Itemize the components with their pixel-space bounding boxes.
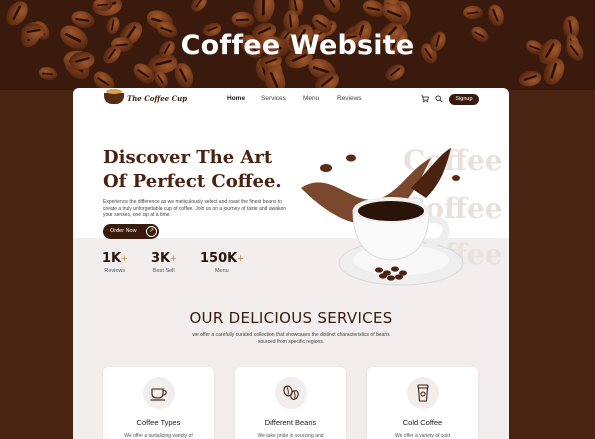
arrow-up-right-icon: ↗ bbox=[146, 226, 157, 237]
banner-title: Coffee Website bbox=[180, 30, 415, 61]
coffee-bean bbox=[89, 67, 119, 90]
website-preview: The Coffee Cup Home Services Menu Review… bbox=[73, 88, 509, 439]
card-title: Coffee Types bbox=[136, 418, 181, 427]
stat-label: Reviews bbox=[104, 268, 126, 274]
stat-best-sell: 3K+ Best Sell bbox=[151, 249, 177, 274]
coffee-bean bbox=[188, 0, 210, 15]
coffee-bean bbox=[231, 10, 255, 29]
search-icon[interactable] bbox=[435, 95, 443, 103]
cart-icon[interactable] bbox=[421, 95, 429, 103]
nav-services[interactable]: Services bbox=[261, 95, 286, 102]
coffee-bean bbox=[320, 0, 344, 16]
card-text: We offer a variety of cold bbox=[394, 433, 451, 439]
hero-title-line1: Discover The Art bbox=[103, 147, 273, 168]
card-title: Cold Coffee bbox=[402, 418, 443, 427]
hero-description: Experience the difference as we meticulo… bbox=[103, 199, 287, 218]
coffee-cup-icon bbox=[143, 377, 175, 409]
services-title: OUR DELICIOUS SERVICES bbox=[189, 309, 393, 327]
order-now-button[interactable]: Order Now ↗ bbox=[103, 224, 159, 239]
signup-button[interactable]: Signup bbox=[449, 94, 479, 105]
logo-text: The Coffee Cup bbox=[127, 94, 188, 103]
nav-home[interactable]: Home bbox=[227, 95, 245, 102]
coffee-bean bbox=[37, 65, 59, 82]
coffee-bean bbox=[517, 68, 543, 89]
coffee-bean bbox=[251, 0, 277, 25]
stat-value: 150K bbox=[200, 251, 238, 266]
coffee-bean bbox=[463, 5, 483, 20]
nav-menu[interactable]: Menu bbox=[303, 95, 319, 102]
coffee-bean bbox=[382, 61, 408, 84]
service-card-coffee-types[interactable]: Coffee Types We offer a tantalizing vari… bbox=[103, 367, 214, 439]
card-text: We offer a tantalizing variety of bbox=[124, 433, 193, 439]
order-now-label: Order Now bbox=[110, 228, 137, 234]
service-card-cold-coffee[interactable]: Cold Coffee We offer a variety of cold bbox=[367, 367, 478, 439]
card-text: We take pride in sourcing and bbox=[257, 433, 324, 439]
stat-plus: + bbox=[237, 253, 244, 265]
coffee-beans-icon bbox=[275, 377, 307, 409]
service-card-different-beans[interactable]: Different Beans We take pride in sourcin… bbox=[235, 367, 346, 439]
coffee-cup-illustration bbox=[301, 148, 464, 286]
banner: Coffee Website bbox=[0, 0, 595, 90]
navbar: The Coffee Cup Home Services Menu Review… bbox=[73, 88, 509, 112]
stat-label: Menu bbox=[214, 268, 229, 274]
stat-value: 3K bbox=[151, 251, 171, 266]
card-title: Different Beans bbox=[264, 418, 317, 427]
hero-title-line2: Of Perfect Coffee. bbox=[103, 171, 282, 192]
logo-cup-icon bbox=[104, 89, 124, 104]
services-description: we offer a carefully curated collection … bbox=[192, 332, 390, 345]
coffee-bean bbox=[485, 2, 507, 29]
stat-plus: + bbox=[170, 253, 177, 265]
stat-menu: 150K+ Menu bbox=[200, 249, 244, 274]
hero-title: Discover The Art Of Perfect Coffee. bbox=[103, 146, 303, 194]
stat-label: Best Sell bbox=[152, 268, 175, 274]
stat-reviews: 1K+ Reviews bbox=[102, 249, 128, 274]
stat-plus: + bbox=[121, 253, 128, 265]
cold-coffee-icon bbox=[407, 377, 439, 409]
nav-reviews[interactable]: Reviews bbox=[337, 95, 362, 102]
logo[interactable]: The Coffee Cup bbox=[104, 89, 188, 104]
stat-value: 1K bbox=[102, 251, 122, 266]
